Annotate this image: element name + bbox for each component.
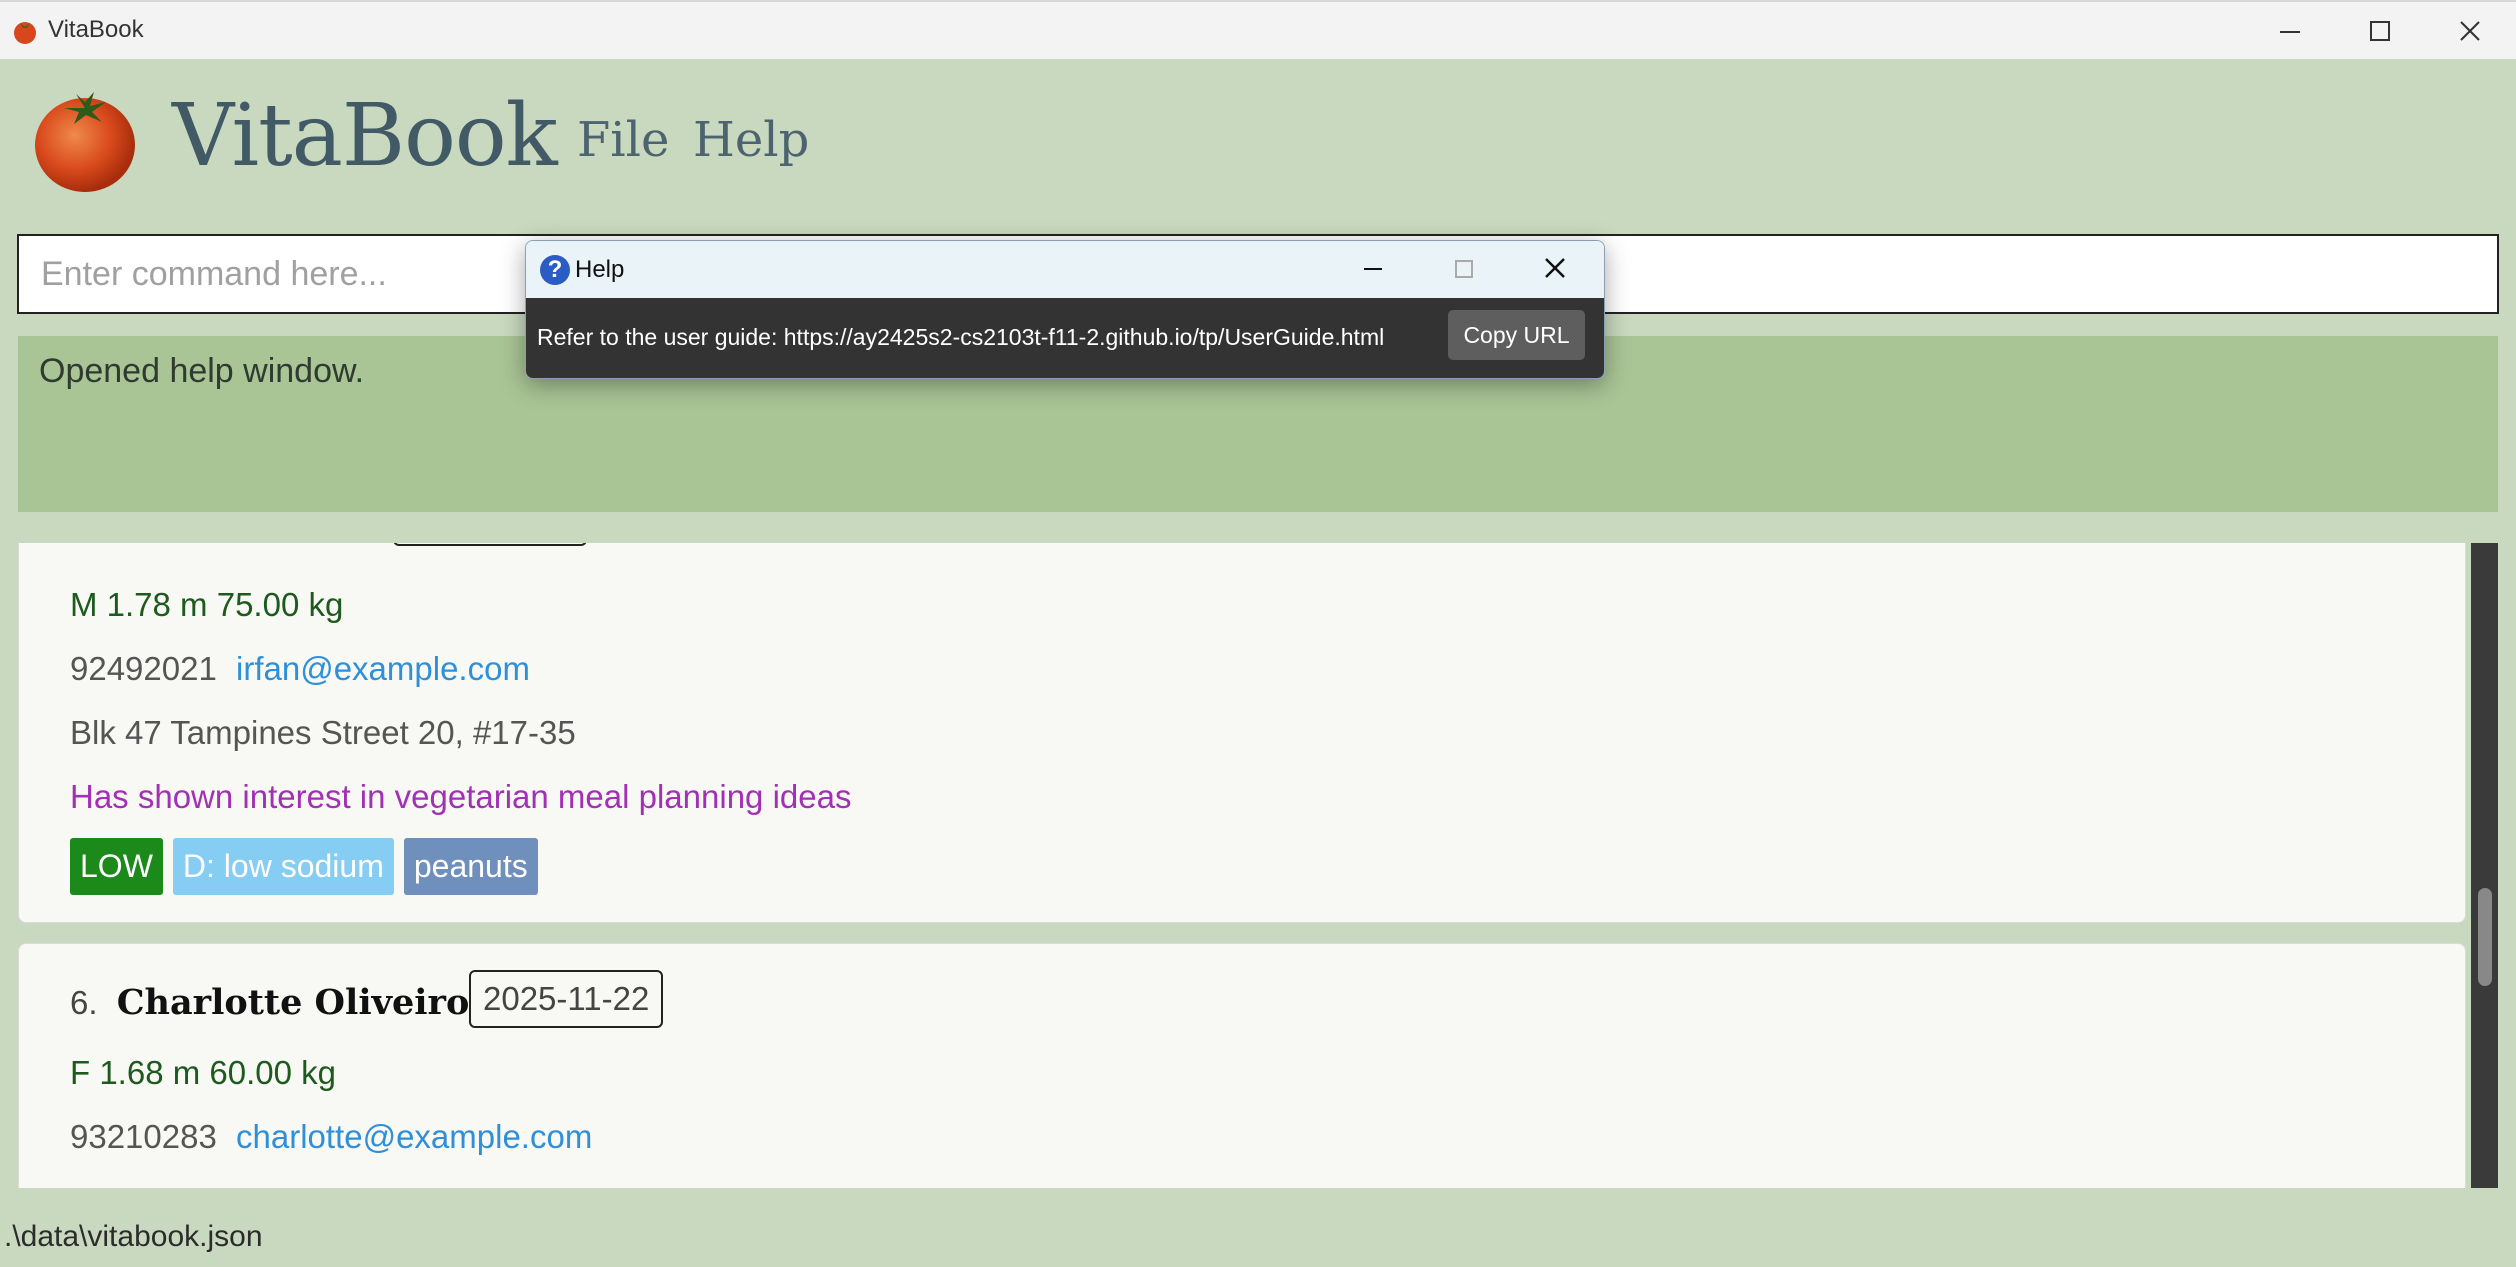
tomato-logo — [35, 92, 135, 192]
tag-diet: D: low sodium — [172, 838, 394, 895]
help-dialog: ? Help Refer to the user guide: https://… — [525, 240, 1605, 379]
person-card[interactable]: 6. Charlotte Oliveiro 2025-11-22 F 1.68 … — [18, 943, 2466, 1188]
menu-file[interactable]: File — [577, 112, 669, 168]
maximize-button[interactable] — [2335, 2, 2425, 59]
help-dialog-title: Help — [575, 256, 625, 283]
scrollbar-thumb[interactable] — [2478, 888, 2492, 986]
close-icon — [1545, 258, 1565, 278]
help-dialog-titlebar[interactable]: ? Help — [526, 241, 1604, 298]
help-minimize-button[interactable] — [1351, 249, 1395, 289]
help-message: Refer to the user guide: https://ay2425s… — [537, 324, 1385, 350]
help-dialog-body: Refer to the user guide: https://ay2425s… — [526, 298, 1604, 378]
minimize-icon — [1364, 268, 1382, 270]
person-email[interactable]: charlotte@example.com — [236, 1118, 592, 1155]
copy-url-button[interactable]: Copy URL — [1448, 310, 1585, 360]
minimize-icon — [2280, 31, 2300, 33]
tomato-app-icon — [14, 22, 36, 44]
person-contact: 93210283 charlotte@example.com — [70, 1118, 592, 1156]
status-bar-path: .\data\vitabook.json — [4, 1220, 263, 1253]
list-scrollbar[interactable] — [2471, 543, 2498, 1188]
person-name: Charlotte Oliveiro — [116, 982, 470, 1023]
close-icon — [2460, 21, 2480, 41]
person-tags: LOW D: low sodium peanuts — [70, 838, 548, 895]
person-phone: 92492021 — [70, 650, 217, 687]
app-brand: VitaBook — [172, 86, 558, 186]
minimize-button[interactable] — [2245, 2, 2335, 59]
person-card[interactable]: M 1.78 m 75.00 kg 92492021 irfan@example… — [18, 543, 2466, 923]
help-close-button[interactable] — [1533, 249, 1577, 289]
person-note: Has shown interest in vegetarian meal pl… — [70, 778, 852, 815]
person-index: 6. — [70, 984, 98, 1021]
person-list[interactable]: M 1.78 m 75.00 kg 92492021 irfan@example… — [18, 543, 2498, 1188]
window-title: VitaBook — [48, 16, 144, 43]
person-address: Blk 47 Tampines Street 20, #17-35 — [70, 714, 576, 751]
window-titlebar: VitaBook — [0, 0, 2516, 59]
tag-allergy: peanuts — [403, 838, 538, 895]
result-text: Opened help window. — [39, 352, 365, 390]
maximize-icon — [1455, 260, 1473, 278]
date-badge: 2025-11-22 — [469, 970, 664, 1028]
help-maximize-button[interactable] — [1441, 249, 1485, 289]
close-button[interactable] — [2425, 2, 2515, 59]
menu-help[interactable]: Help — [693, 112, 809, 168]
person-email[interactable]: irfan@example.com — [236, 650, 530, 687]
person-header: 6. Charlotte Oliveiro — [70, 982, 469, 1023]
tag-priority: LOW — [70, 838, 163, 895]
person-phone: 93210283 — [70, 1118, 217, 1155]
person-vitals: M 1.78 m 75.00 kg — [70, 586, 344, 623]
person-vitals: F 1.68 m 60.00 kg — [70, 1054, 336, 1091]
maximize-icon — [2370, 21, 2390, 41]
date-badge — [393, 543, 587, 546]
help-question-icon: ? — [540, 255, 570, 285]
person-contact: 92492021 irfan@example.com — [70, 650, 530, 688]
